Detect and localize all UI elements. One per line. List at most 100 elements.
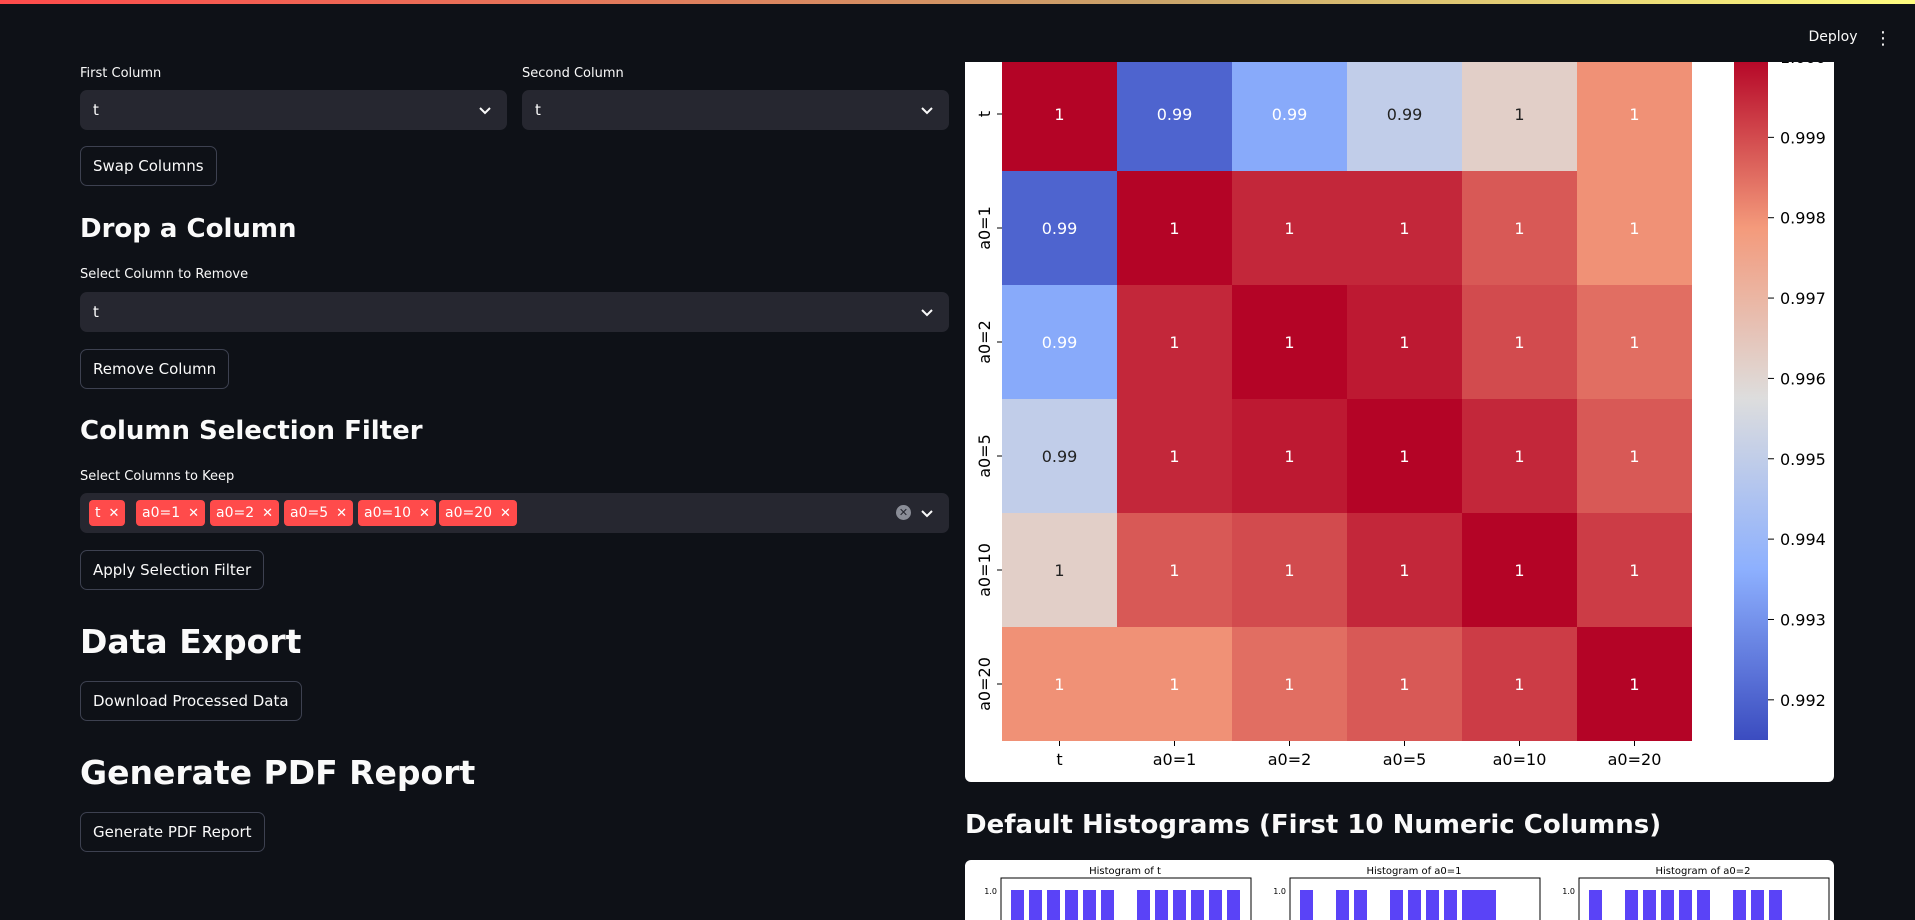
- heatmap-cell-label: 1: [1629, 105, 1639, 124]
- histogram-bar: [1227, 890, 1240, 920]
- histogram-bar: [1589, 890, 1602, 920]
- remove-column-button[interactable]: Remove Column: [80, 349, 230, 389]
- histogram-bar: [1047, 890, 1060, 920]
- heatmap-cell-label: 1: [1054, 675, 1064, 694]
- heatmap-cell-label: 1: [1284, 219, 1294, 238]
- heatmap-cell-label: 1: [1284, 333, 1294, 352]
- pdf-report-heading: Generate PDF Report: [80, 753, 476, 792]
- y-tick-label: a0=5: [975, 434, 994, 478]
- remove-column-label: Select Column to Remove: [80, 267, 249, 282]
- remove-tag-icon[interactable]: ✕: [262, 506, 273, 521]
- first-column-select[interactable]: t: [80, 90, 507, 130]
- y-tick-label: t: [975, 111, 994, 117]
- heatmap-cell-label: 1: [1399, 447, 1409, 466]
- histogram-bar: [1679, 890, 1692, 920]
- histogram-bar: [1354, 890, 1367, 920]
- histogram-bar: [1029, 890, 1042, 920]
- chevron-down-icon: [921, 107, 933, 115]
- histogram-title: Histogram of a0=2: [1655, 866, 1750, 877]
- heatmap-cell-label: 1: [1629, 675, 1639, 694]
- histogram-bar: [1661, 890, 1674, 920]
- x-tick-label: a0=5: [1383, 750, 1427, 769]
- colorbar-tick-label: 0.999: [1780, 128, 1826, 147]
- x-tick-label: t: [1056, 750, 1062, 769]
- heatmap-cell-label: 0.99: [1387, 105, 1423, 124]
- histogram-bar: [1697, 890, 1710, 920]
- heatmap-cell-label: 1: [1514, 333, 1524, 352]
- heatmap-cell-label: 1: [1629, 333, 1639, 352]
- heatmap-cell-label: 1: [1514, 219, 1524, 238]
- tag-chip: a0=20 ✕: [439, 500, 517, 526]
- colorbar-tick-label: 1.000: [1780, 62, 1826, 67]
- remove-tag-icon[interactable]: ✕: [109, 506, 120, 521]
- clear-all-icon[interactable]: ✕: [896, 505, 911, 520]
- histogram-ytick: 1.0: [984, 887, 997, 896]
- tag-chip: a0=1 ✕: [136, 500, 206, 526]
- histogram-bar: [1462, 890, 1496, 920]
- heatmap-cell-label: 1: [1629, 447, 1639, 466]
- x-tick-label: a0=20: [1608, 750, 1662, 769]
- heatmap-cell-label: 1: [1054, 105, 1064, 124]
- heatmap-cell-label: 1: [1169, 561, 1179, 580]
- first-column-value: t: [93, 101, 99, 119]
- x-tick-label: a0=1: [1153, 750, 1197, 769]
- histogram-bar: [1390, 890, 1403, 920]
- histogram-ytick: 1.0: [1273, 887, 1286, 896]
- remove-tag-icon[interactable]: ✕: [500, 506, 511, 521]
- histograms-panel: Histogram of t 1.0 Histogram of a0=1 1.0 His…: [965, 860, 1834, 920]
- correlation-heatmap-panel: 1 0.99 0.99 0.99 1 1 0.99 1 1 1 1 1 0.99 1 1 1 1 1 0.99 1 1 1…: [965, 48, 1834, 782]
- histogram-bar: [1426, 890, 1439, 920]
- heatmap-cell-label: 1: [1399, 219, 1409, 238]
- remove-column-select[interactable]: t: [80, 292, 949, 332]
- tag-label: a0=5: [290, 505, 329, 521]
- histogram-bar: [1101, 890, 1114, 920]
- remove-tag-icon[interactable]: ✕: [419, 506, 430, 521]
- y-tick-label: a0=1: [975, 206, 994, 250]
- colorbar-tick-label: 0.996: [1780, 369, 1826, 388]
- histogram-bar: [1209, 890, 1222, 920]
- x-tick-label: a0=2: [1268, 750, 1312, 769]
- remove-tag-icon[interactable]: ✕: [188, 506, 199, 521]
- remove-tag-icon[interactable]: ✕: [336, 506, 347, 521]
- heatmap-cell-label: 1: [1629, 219, 1639, 238]
- histogram-bar: [1336, 890, 1349, 920]
- heatmap-cell-label: 1: [1284, 675, 1294, 694]
- heatmap-cell-label: 1: [1169, 675, 1179, 694]
- heatmap-cell-label: 0.99: [1157, 105, 1193, 124]
- y-tick-label: a0=10: [975, 543, 994, 597]
- keep-columns-multiselect[interactable]: t ✕ a0=1 ✕ a0=2 ✕ a0=5 ✕ a0=10 ✕ a0=20 ✕: [80, 493, 949, 533]
- colorbar-tick-label: 0.998: [1780, 209, 1826, 228]
- remove-column-value: t: [93, 303, 99, 321]
- apply-selection-filter-button[interactable]: Apply Selection Filter: [80, 550, 265, 590]
- chevron-down-icon: [921, 309, 933, 317]
- heatmap-cell-label: 1: [1514, 447, 1524, 466]
- heatmap-cell-label: 1: [1514, 675, 1524, 694]
- heatmap-cell-label: 1: [1514, 561, 1524, 580]
- heatmap-cell-label: 1: [1399, 333, 1409, 352]
- first-column-label: First Column: [80, 66, 162, 81]
- histogram-bar: [1137, 890, 1150, 920]
- chevron-down-icon: [479, 107, 491, 115]
- heatmap-cell-label: 1: [1284, 561, 1294, 580]
- kebab-menu-icon[interactable]: ⋮: [1873, 29, 1893, 49]
- histogram-bar: [1625, 890, 1638, 920]
- heatmap-cell-label: 1: [1629, 561, 1639, 580]
- second-column-label: Second Column: [522, 66, 624, 81]
- heatmap-cell-label: 0.99: [1042, 219, 1078, 238]
- second-column-select[interactable]: t: [522, 90, 949, 130]
- generate-pdf-report-button[interactable]: Generate PDF Report: [80, 812, 265, 852]
- swap-columns-button[interactable]: Swap Columns: [80, 146, 217, 186]
- colorbar: [1734, 57, 1768, 740]
- histogram-bar: [1065, 890, 1078, 920]
- histogram-bar: [1083, 890, 1096, 920]
- colorbar-tick-label: 0.992: [1780, 691, 1826, 710]
- histogram-bar: [1011, 890, 1024, 920]
- download-processed-data-button[interactable]: Download Processed Data: [80, 681, 302, 721]
- deploy-button[interactable]: Deploy: [1803, 29, 1863, 45]
- top-decoration-bar: [0, 0, 1915, 4]
- colorbar-tick-label: 0.995: [1780, 450, 1826, 469]
- histograms-preview: Histogram of t 1.0 Histogram of a0=1 1.0 His…: [984, 866, 1830, 920]
- heatmap-cell-label: 1: [1169, 333, 1179, 352]
- histogram-bar: [1444, 890, 1457, 920]
- chevron-down-icon[interactable]: [919, 505, 935, 521]
